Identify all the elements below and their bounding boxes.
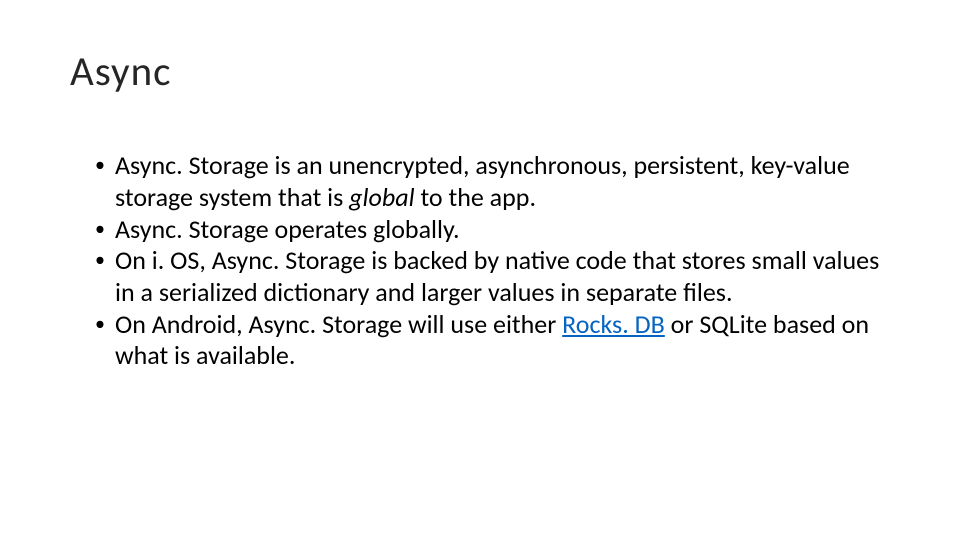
bullet-text: Async. Storage operates globally. xyxy=(115,213,460,245)
list-item: Async. Storage operates globally. xyxy=(95,214,890,246)
bullet-italic: global xyxy=(349,181,414,213)
list-item: Async. Storage is an unencrypted, asynch… xyxy=(95,150,890,213)
bullet-text: On i. OS, Async. Storage is backed by na… xyxy=(115,244,879,308)
list-item: On i. OS, Async. Storage is backed by na… xyxy=(95,245,890,308)
slide-title: Async xyxy=(70,50,890,95)
list-item: On Android, Async. Storage will use eith… xyxy=(95,309,890,372)
rocksdb-link[interactable]: Rocks. DB xyxy=(562,308,665,340)
slide: Async Async. Storage is an unencrypted, … xyxy=(0,0,960,540)
bullet-text: On Android, Async. Storage will use eith… xyxy=(115,308,562,340)
bullet-list: Async. Storage is an unencrypted, asynch… xyxy=(70,150,890,372)
bullet-text: to the app. xyxy=(415,181,536,213)
